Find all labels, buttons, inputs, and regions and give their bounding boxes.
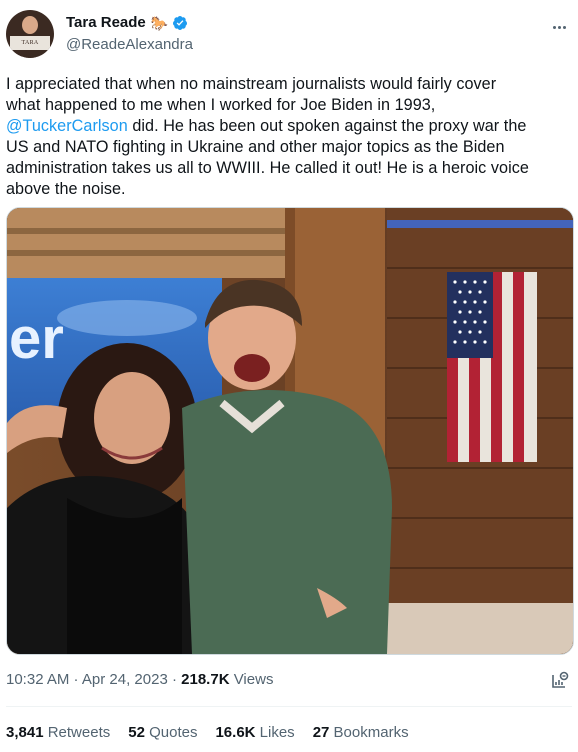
views-label: Views [229,671,274,688]
retweets-count: 3,841 [6,724,44,741]
views-count: 218.7K [181,671,230,688]
tweet-line: US and NATO fighting in Ukraine and othe… [6,138,505,156]
meta-separator: · [69,671,82,688]
american-flag-icon [447,272,537,462]
tweet-date[interactable]: Apr 24, 2023 [82,671,168,688]
avatar[interactable]: TARA READE [6,10,54,58]
likes-stat[interactable]: 16.6K Likes [215,724,294,741]
bookmarks-count: 27 [312,724,330,741]
bookmarks-stat[interactable]: 27 Bookmarks [313,724,409,741]
tweet-meta: 10:32 AM · Apr 24, 2023 · 218.7K Views [6,671,273,688]
tweet-text: I appreciated that when no mainstream jo… [6,74,572,200]
tweet-line: what happened to me when I worked for Jo… [6,96,436,114]
mention-link[interactable]: @TuckerCarlson [6,117,128,135]
backdrop-text: er [9,306,64,371]
bookmarks-label: Bookmarks [329,724,409,741]
photo-illustration: er [7,208,573,654]
analytics-icon[interactable] [550,670,570,690]
tweet-line: administration takes us all to WWIII. He… [6,159,529,177]
likes-count: 16.6K [215,724,256,741]
horse-emoji: 🐎 [150,14,169,31]
divider [6,706,572,707]
retweets-stat[interactable]: 3,841 Retweets [6,724,110,741]
tweet-line: I appreciated that when no mainstream jo… [6,75,497,93]
display-name[interactable]: Tara Reade [66,14,146,31]
meta-separator: · [167,671,182,688]
tweet-line-with-mention: @TuckerCarlson did. He has been out spok… [6,116,572,137]
verified-badge-icon[interactable] [172,15,188,31]
name-row: Tara Reade 🐎 [66,14,188,31]
more-options-icon[interactable] [552,16,572,32]
author-handle[interactable]: @ReadeAlexandra [66,36,193,53]
tweet-line: above the noise. [6,180,126,198]
avatar-face [22,16,38,34]
tweet-line-rest: did. He has been out spoken against the … [127,117,527,135]
likes-label: Likes [255,724,295,741]
avatar-caption: TARA READE [10,36,50,58]
tweet-time[interactable]: 10:32 AM [6,671,69,688]
tweet-photo[interactable]: er [6,207,574,655]
quotes-stat[interactable]: 52 Quotes [128,724,197,741]
quotes-count: 52 [128,724,145,741]
tweet-header: TARA READE Tara Reade 🐎 @ReadeAlexandra [6,8,572,58]
engagement-stats: 3,841 Retweets 52 Quotes 16.6K Likes 27 … [6,724,427,741]
quotes-label: Quotes [144,724,198,741]
retweets-label: Retweets [43,724,111,741]
